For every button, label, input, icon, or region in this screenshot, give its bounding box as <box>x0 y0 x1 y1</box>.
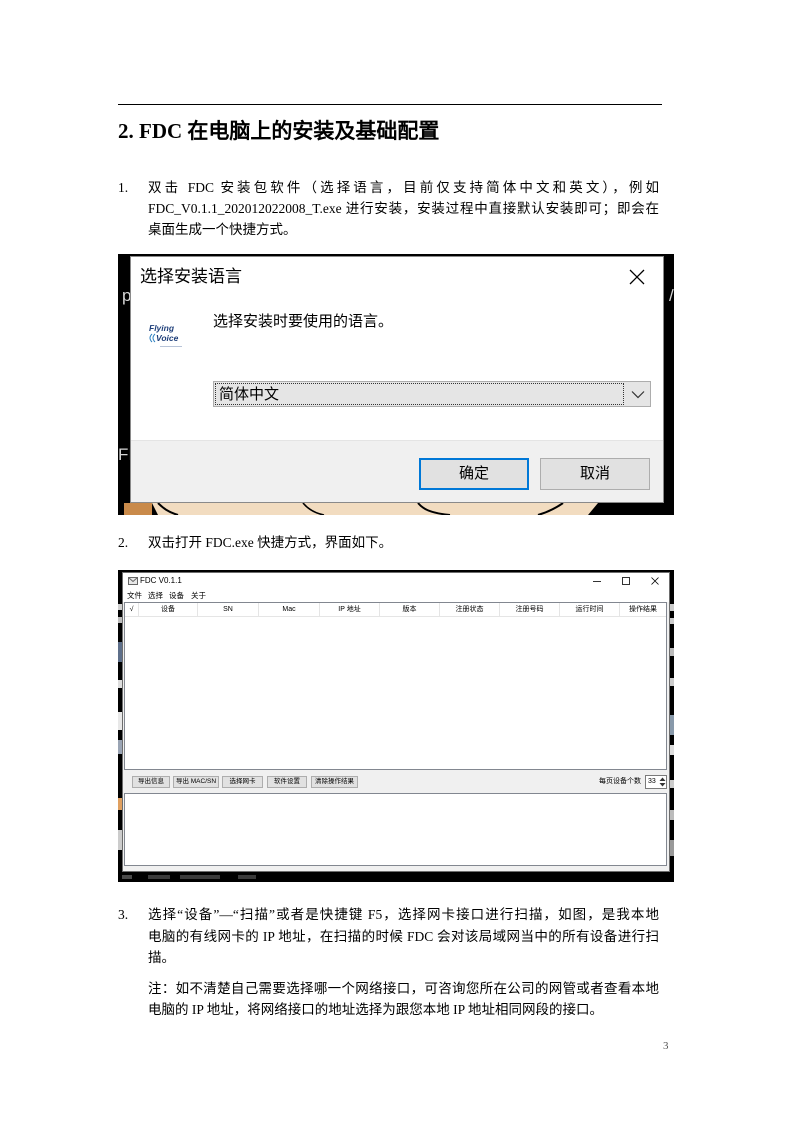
step-1-line-3: 桌面生成一个快捷方式。 <box>148 221 297 237</box>
per-page-label: 每页设备个数 <box>599 778 641 785</box>
menu-about: 关于 <box>191 591 206 600</box>
header-rule <box>118 104 662 105</box>
note-line-1: 注：如不清楚自己需要选择哪一个网络接口，可咨询您所在公司的网管或者查看本地 <box>148 980 659 996</box>
language-select: 简体中文 <box>213 381 651 407</box>
step-3-line-1: 选择“设备”—“扫描”或者是快捷键 F5，选择网卡接口进行扫描，如图，是我本地 <box>148 906 659 922</box>
language-dialog: 选择安装语言 Flying Voice 选择安装时要使用的语言。 简体中文 确定… <box>130 256 664 503</box>
column-reg-number: 注册号码 <box>500 603 560 616</box>
column-sn: SN <box>198 603 259 616</box>
close-icon <box>629 269 645 285</box>
step-1-number: 1. <box>118 179 129 195</box>
menu-file: 文件 <box>127 591 142 600</box>
table-header: √ 设备 SN Mac IP 地址 版本 注册状态 注册号码 运行时间 操作结果 <box>125 603 666 617</box>
step-1-line-2: FDC_V0.1.1_202012022008_T.exe 进行安装，安装过程中… <box>148 200 659 216</box>
step-2-line-1: 双击打开 FDC.exe 快捷方式，界面如下。 <box>148 534 393 550</box>
ok-button: 确定 <box>419 458 529 490</box>
menu-select: 选择 <box>148 591 163 600</box>
export-info-button: 导出信息 <box>132 776 170 788</box>
flying-voice-logo: Flying Voice <box>148 320 190 354</box>
spin-arrows-icon <box>659 777 666 787</box>
desktop-fragment <box>670 604 674 611</box>
clear-results-button: 清除操作结果 <box>311 776 358 788</box>
select-nic-button: 选择网卡 <box>222 776 263 788</box>
logo-underline <box>160 346 182 347</box>
focus-rectangle: 简体中文 <box>215 383 624 405</box>
maximize-icon <box>622 577 630 585</box>
note-line-2: 电脑的 IP 地址，将网络接口的地址选择为跟您本地 IP 地址相同网段的接口。 <box>148 1001 604 1017</box>
device-table: √ 设备 SN Mac IP 地址 版本 注册状态 注册号码 运行时间 操作结果 <box>124 602 667 770</box>
dialog-prompt: 选择安装时要使用的语言。 <box>213 313 394 330</box>
desktop-fragment <box>670 715 674 735</box>
menu-bar: 文件 选择 设备 关于 <box>123 589 669 602</box>
dialog-footer: 确定 取消 <box>131 440 663 502</box>
selected-language: 简体中文 <box>219 386 280 403</box>
column-check: √ <box>125 603 139 616</box>
log-area <box>124 793 667 866</box>
document-page: 2. FDC 在电脑上的安装及基础配置 1. 双击 FDC 安装包软件（选择语言… <box>0 0 793 1122</box>
desktop-fragment <box>670 745 674 755</box>
desktop-fragment <box>670 810 674 820</box>
menu-device: 设备 <box>169 591 184 600</box>
signal-waves-icon <box>149 333 156 343</box>
column-mac: Mac <box>259 603 320 616</box>
dialog-title: 选择安装语言 <box>140 267 242 286</box>
step-3-line-2: 电脑的有线网卡的 IP 地址，在扫描的时候 FDC 会对该局域网当中的所有设备进… <box>148 928 659 944</box>
taskbar-fragment <box>180 875 220 879</box>
column-reg-status: 注册状态 <box>440 603 500 616</box>
step-3-number: 3. <box>118 906 129 922</box>
minimize-icon <box>593 581 601 582</box>
software-settings-button: 软件设置 <box>267 776 307 788</box>
step-1-line-1: 双击 FDC 安装包软件（选择语言，目前仅支持简体中文和英文），例如 <box>148 179 659 195</box>
column-device: 设备 <box>139 603 198 616</box>
desktop-fragment <box>670 780 674 788</box>
logo-word-flying: Flying <box>149 323 175 333</box>
chevron-down-icon <box>631 391 645 399</box>
per-page-value: 33 <box>648 778 656 785</box>
cancel-button: 取消 <box>540 458 650 490</box>
section-heading: 2. FDC 在电脑上的安装及基础配置 <box>118 119 440 143</box>
desktop-fragment <box>670 648 674 656</box>
fdc-window-screenshot: FDC V0.1.1 文件 选择 设备 关于 √ 设备 SN Mac IP 地址… <box>118 570 674 882</box>
app-icon <box>128 577 138 585</box>
taskbar-fragment <box>148 875 170 879</box>
wallpaper-strip <box>118 503 674 515</box>
column-ip: IP 地址 <box>320 603 380 616</box>
column-uptime: 运行时间 <box>560 603 620 616</box>
title-bar: FDC V0.1.1 <box>123 573 669 589</box>
window-title: FDC V0.1.1 <box>140 576 182 585</box>
step-3-line-3: 描。 <box>148 949 175 965</box>
export-mac-sn-button: 导出 MAC/SN <box>173 776 219 788</box>
desktop-fragment <box>670 840 674 856</box>
column-result: 操作结果 <box>629 606 657 613</box>
close-icon <box>651 577 659 585</box>
page-number: 3 <box>663 1040 669 1052</box>
column-version: 版本 <box>380 603 440 616</box>
step-2-number: 2. <box>118 534 129 550</box>
fdc-window: FDC V0.1.1 文件 选择 设备 关于 √ 设备 SN Mac IP 地址… <box>122 572 670 872</box>
taskbar-fragment <box>238 875 256 879</box>
desktop-fragment <box>670 618 674 624</box>
desktop-fragment <box>670 678 674 686</box>
background-fragment: / <box>669 286 674 305</box>
taskbar-fragment <box>122 875 132 879</box>
logo-word-voice: Voice <box>156 333 179 343</box>
language-dialog-screenshot: p FI / 选择安装语言 Flying Voice 选择安装时要使用的语言。 … <box>118 254 674 515</box>
per-page-stepper: 33 <box>645 775 667 789</box>
